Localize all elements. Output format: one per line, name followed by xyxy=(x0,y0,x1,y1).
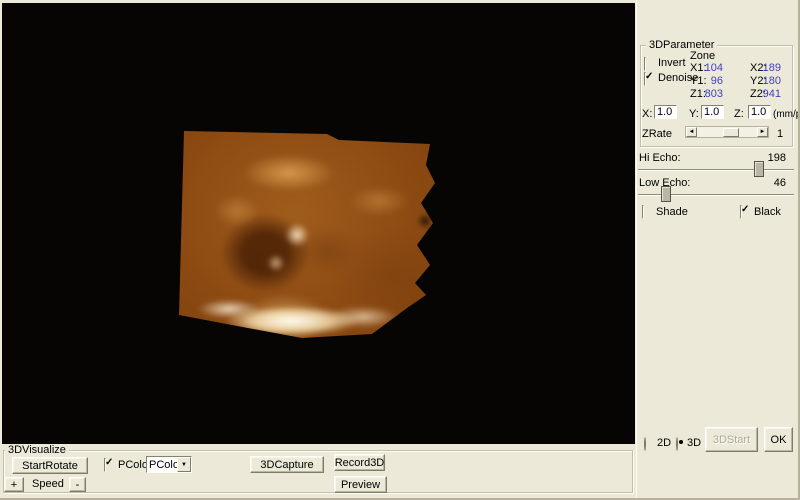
black-label: Black xyxy=(754,206,781,218)
zone-z1-value: 803 xyxy=(703,88,723,100)
shade-checkbox[interactable] xyxy=(642,206,644,218)
ok-button[interactable]: OK xyxy=(764,427,793,452)
zone-y1-value: 96 xyxy=(703,75,723,87)
arrow-right-icon[interactable]: ► xyxy=(757,127,768,137)
zone-y2-value: 180 xyxy=(761,75,781,87)
pcolor-checkbox[interactable] xyxy=(104,459,106,471)
preview-button[interactable]: Preview xyxy=(334,476,387,493)
3dstart-button[interactable]: 3DStart xyxy=(705,427,758,452)
parameter-panel: 3DParameter Invert Denoise Zone X1: 104 … xyxy=(636,0,800,500)
zrate-scrollbar[interactable]: ◄ ► xyxy=(685,126,769,138)
x-scale-input[interactable] xyxy=(654,105,677,119)
ultrasound-volume-image xyxy=(177,123,439,341)
zone-row-x: X1: 104 X2: 189 xyxy=(690,62,785,75)
zone-x2-value: 189 xyxy=(761,62,781,74)
start-rotate-button[interactable]: StartRotate xyxy=(12,457,88,474)
zrate-scrollbar-thumb[interactable] xyxy=(723,128,739,137)
shade-checkbox-box[interactable] xyxy=(642,205,644,219)
mode-2d-radio[interactable] xyxy=(644,437,646,451)
denoise-checkbox-box[interactable] xyxy=(644,72,646,86)
z-scale-label: Z: xyxy=(734,108,744,120)
x-scale-label: X: xyxy=(642,108,652,120)
zrate-value: 1 xyxy=(777,128,783,140)
y-scale-input[interactable] xyxy=(701,105,724,119)
black-checkbox-box[interactable] xyxy=(740,205,742,219)
zone-row-z: Z1: 803 Z2: 941 xyxy=(690,88,785,101)
mode-3d-label: 3D xyxy=(687,437,701,449)
visualize-panel: 3DVisualize StartRotate PColor PColor ▼ … xyxy=(0,444,636,500)
pcolor-dropdown[interactable]: PColor ▼ xyxy=(146,456,192,473)
pcolor-dropdown-value: PColor xyxy=(147,459,177,471)
invert-label: Invert xyxy=(658,57,686,69)
speed-minus-button[interactable]: - xyxy=(69,477,86,492)
shade-label: Shade xyxy=(656,206,688,218)
zone-z2-value: 941 xyxy=(761,88,781,100)
record3d-button[interactable]: Record3D xyxy=(334,454,385,471)
low-echo-slider[interactable] xyxy=(638,186,794,204)
zone-table: X1: 104 X2: 189 Y1: 96 Y2: 180 Z1: 803 Z… xyxy=(690,62,785,101)
arrow-left-icon[interactable]: ◄ xyxy=(686,127,697,137)
zone-label: Zone xyxy=(690,50,715,62)
hi-echo-slider-thumb[interactable] xyxy=(754,161,764,177)
y-scale-label: Y: xyxy=(689,108,699,120)
zrate-label: ZRate xyxy=(642,128,672,140)
chevron-down-icon[interactable]: ▼ xyxy=(177,457,191,472)
ultrasound-3d-render[interactable] xyxy=(177,123,439,341)
3dcapture-button[interactable]: 3DCapture xyxy=(250,456,324,473)
denoise-checkbox[interactable] xyxy=(644,73,646,85)
pcolor-checkbox-box[interactable] xyxy=(104,458,106,472)
black-checkbox[interactable] xyxy=(740,206,742,218)
invert-checkbox-box[interactable] xyxy=(644,57,646,71)
render-viewport[interactable] xyxy=(2,3,635,444)
3dvisualize-group-title: 3DVisualize xyxy=(5,444,69,456)
zone-row-y: Y1: 96 Y2: 180 xyxy=(690,75,785,88)
z-scale-input[interactable] xyxy=(748,105,771,119)
low-echo-slider-thumb[interactable] xyxy=(661,186,671,202)
invert-checkbox[interactable] xyxy=(644,58,646,70)
speed-label: Speed xyxy=(32,478,64,490)
mode-2d-label: 2D xyxy=(657,437,671,449)
mode-3d-radio[interactable] xyxy=(676,437,678,451)
hi-echo-slider-track[interactable] xyxy=(638,169,794,171)
speed-plus-button[interactable]: + xyxy=(4,477,24,492)
zone-x1-value: 104 xyxy=(703,62,723,74)
scale-unit-label: (mm/p) xyxy=(773,109,800,120)
